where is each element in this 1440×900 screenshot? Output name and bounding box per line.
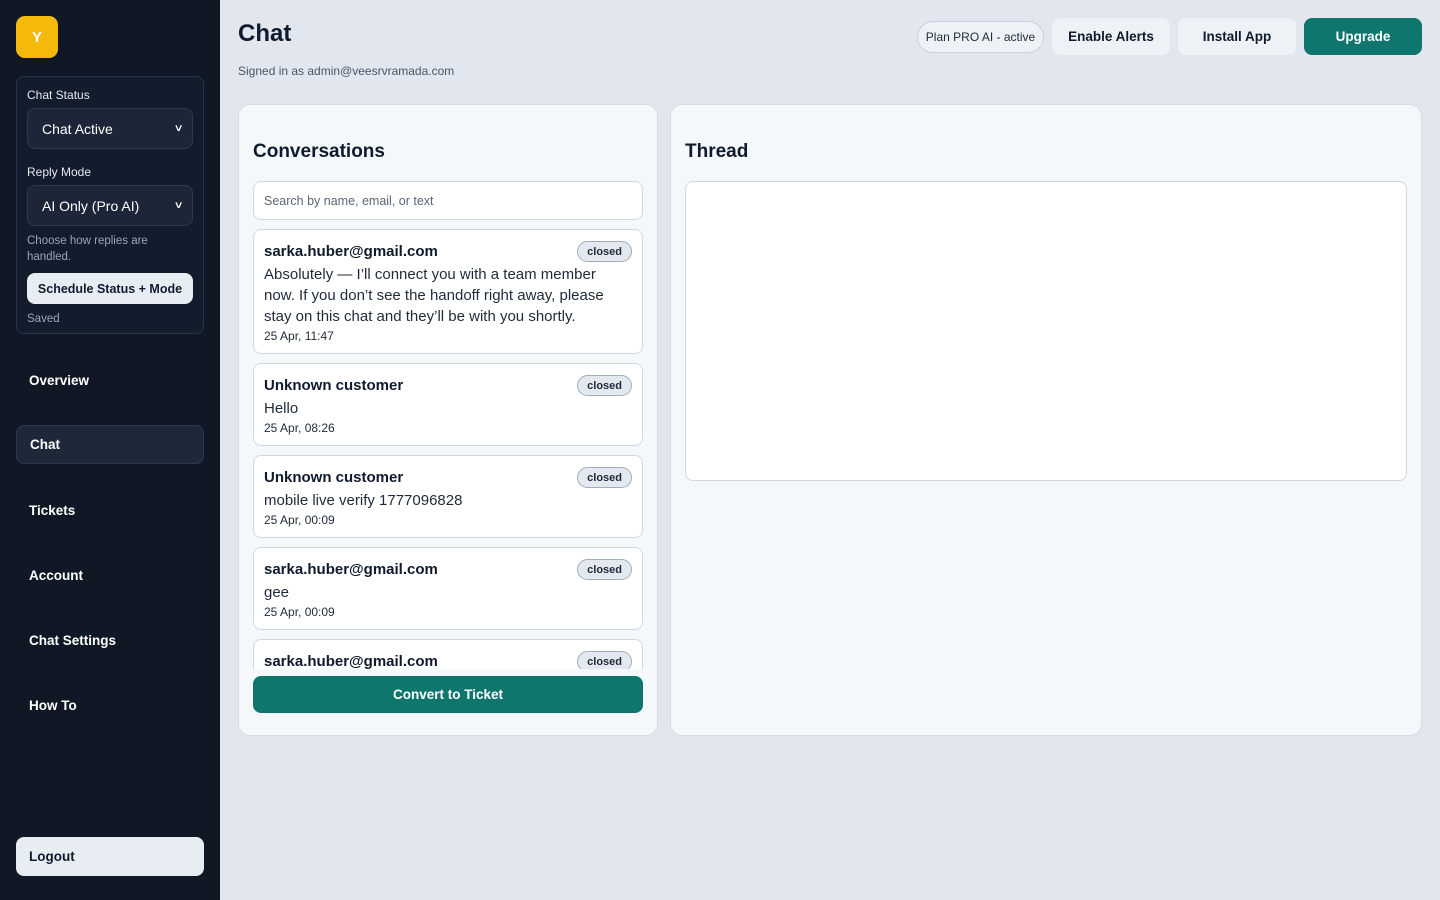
conversation-date: 25 Apr, 00:09 bbox=[264, 605, 335, 619]
chat-status-card: Chat Status Chat Active ∨ Reply Mode AI … bbox=[16, 76, 204, 334]
chat-status-value: Chat Active bbox=[42, 120, 113, 137]
install-app-button[interactable]: Install App bbox=[1178, 18, 1296, 55]
conversation-date: 25 Apr, 08:26 bbox=[264, 421, 335, 435]
thread-panel: Thread bbox=[670, 104, 1422, 736]
thread-title: Thread bbox=[685, 141, 749, 162]
schedule-status-mode-button[interactable]: Schedule Status + Mode bbox=[27, 273, 193, 304]
chevron-down-icon: ∨ bbox=[173, 200, 184, 211]
reply-mode-hint: Choose how replies are handled. bbox=[27, 235, 148, 263]
thread-messages-area[interactable] bbox=[685, 181, 1407, 481]
chat-status-select[interactable]: Chat Active ∨ bbox=[27, 108, 193, 149]
conversation-date: 25 Apr, 11:47 bbox=[264, 329, 334, 343]
conversation-list[interactable]: sarka.huber@gmail.com Absolutely — I’ll … bbox=[253, 229, 643, 669]
conversation-preview: mobile live verify 1777096828 bbox=[264, 492, 463, 509]
nav-item-tickets[interactable]: Tickets bbox=[16, 491, 204, 530]
conversation-item[interactable]: Unknown customer mobile live verify 1777… bbox=[253, 455, 643, 538]
conversation-item[interactable]: sarka.huber@gmail.com gee 25 Apr, 00:09 … bbox=[253, 547, 643, 630]
upgrade-button[interactable]: Upgrade bbox=[1304, 18, 1422, 55]
conversation-item[interactable]: Unknown customer Hello 25 Apr, 08:26 clo… bbox=[253, 363, 643, 446]
conversations-title: Conversations bbox=[253, 141, 385, 162]
nav-item-overview[interactable]: Overview bbox=[16, 361, 204, 400]
status-badge: closed bbox=[577, 375, 632, 396]
status-badge: closed bbox=[577, 241, 632, 262]
reply-mode-label: Reply Mode bbox=[27, 165, 92, 179]
conversation-item[interactable]: sarka.huber@gmail.com closed bbox=[253, 639, 643, 669]
chat-status-label: Chat Status bbox=[27, 88, 90, 102]
saved-status-text: Saved bbox=[27, 313, 60, 325]
signed-in-text: Signed in as admin@veesrvramada.com bbox=[238, 64, 455, 78]
convert-to-ticket-button[interactable]: Convert to Ticket bbox=[253, 676, 643, 713]
enable-alerts-button[interactable]: Enable Alerts bbox=[1052, 18, 1170, 55]
plan-status-badge: Plan PRO AI - active bbox=[917, 21, 1044, 53]
nav-item-account[interactable]: Account bbox=[16, 556, 204, 595]
conversation-date: 25 Apr, 00:09 bbox=[264, 513, 335, 527]
page-title: Chat bbox=[238, 20, 292, 47]
sidebar: Y Chat Status Chat Active ∨ Reply Mode A… bbox=[0, 0, 220, 900]
status-badge: closed bbox=[577, 559, 632, 580]
nav-item-how-to[interactable]: How To bbox=[16, 686, 204, 725]
conversations-panel: Conversations sarka.huber@gmail.com Abso… bbox=[238, 104, 658, 736]
status-badge: closed bbox=[577, 651, 632, 669]
conversation-search-input[interactable] bbox=[253, 181, 643, 220]
reply-mode-select[interactable]: AI Only (Pro AI) ∨ bbox=[27, 185, 193, 226]
conversation-preview: Hello bbox=[264, 400, 299, 417]
conversation-item[interactable]: sarka.huber@gmail.com Absolutely — I’ll … bbox=[253, 229, 643, 354]
app-logo[interactable]: Y bbox=[16, 16, 58, 58]
reply-mode-value: AI Only (Pro AI) bbox=[42, 197, 140, 214]
status-badge: closed bbox=[577, 467, 632, 488]
logout-button[interactable]: Logout bbox=[16, 837, 204, 876]
conversation-preview: Absolutely — I’ll connect you with a tea… bbox=[264, 266, 604, 325]
conversation-preview: gee bbox=[264, 584, 290, 601]
chevron-down-icon: ∨ bbox=[173, 123, 184, 134]
nav-item-chat[interactable]: Chat bbox=[16, 425, 204, 464]
nav-item-chat-settings[interactable]: Chat Settings bbox=[16, 621, 204, 660]
